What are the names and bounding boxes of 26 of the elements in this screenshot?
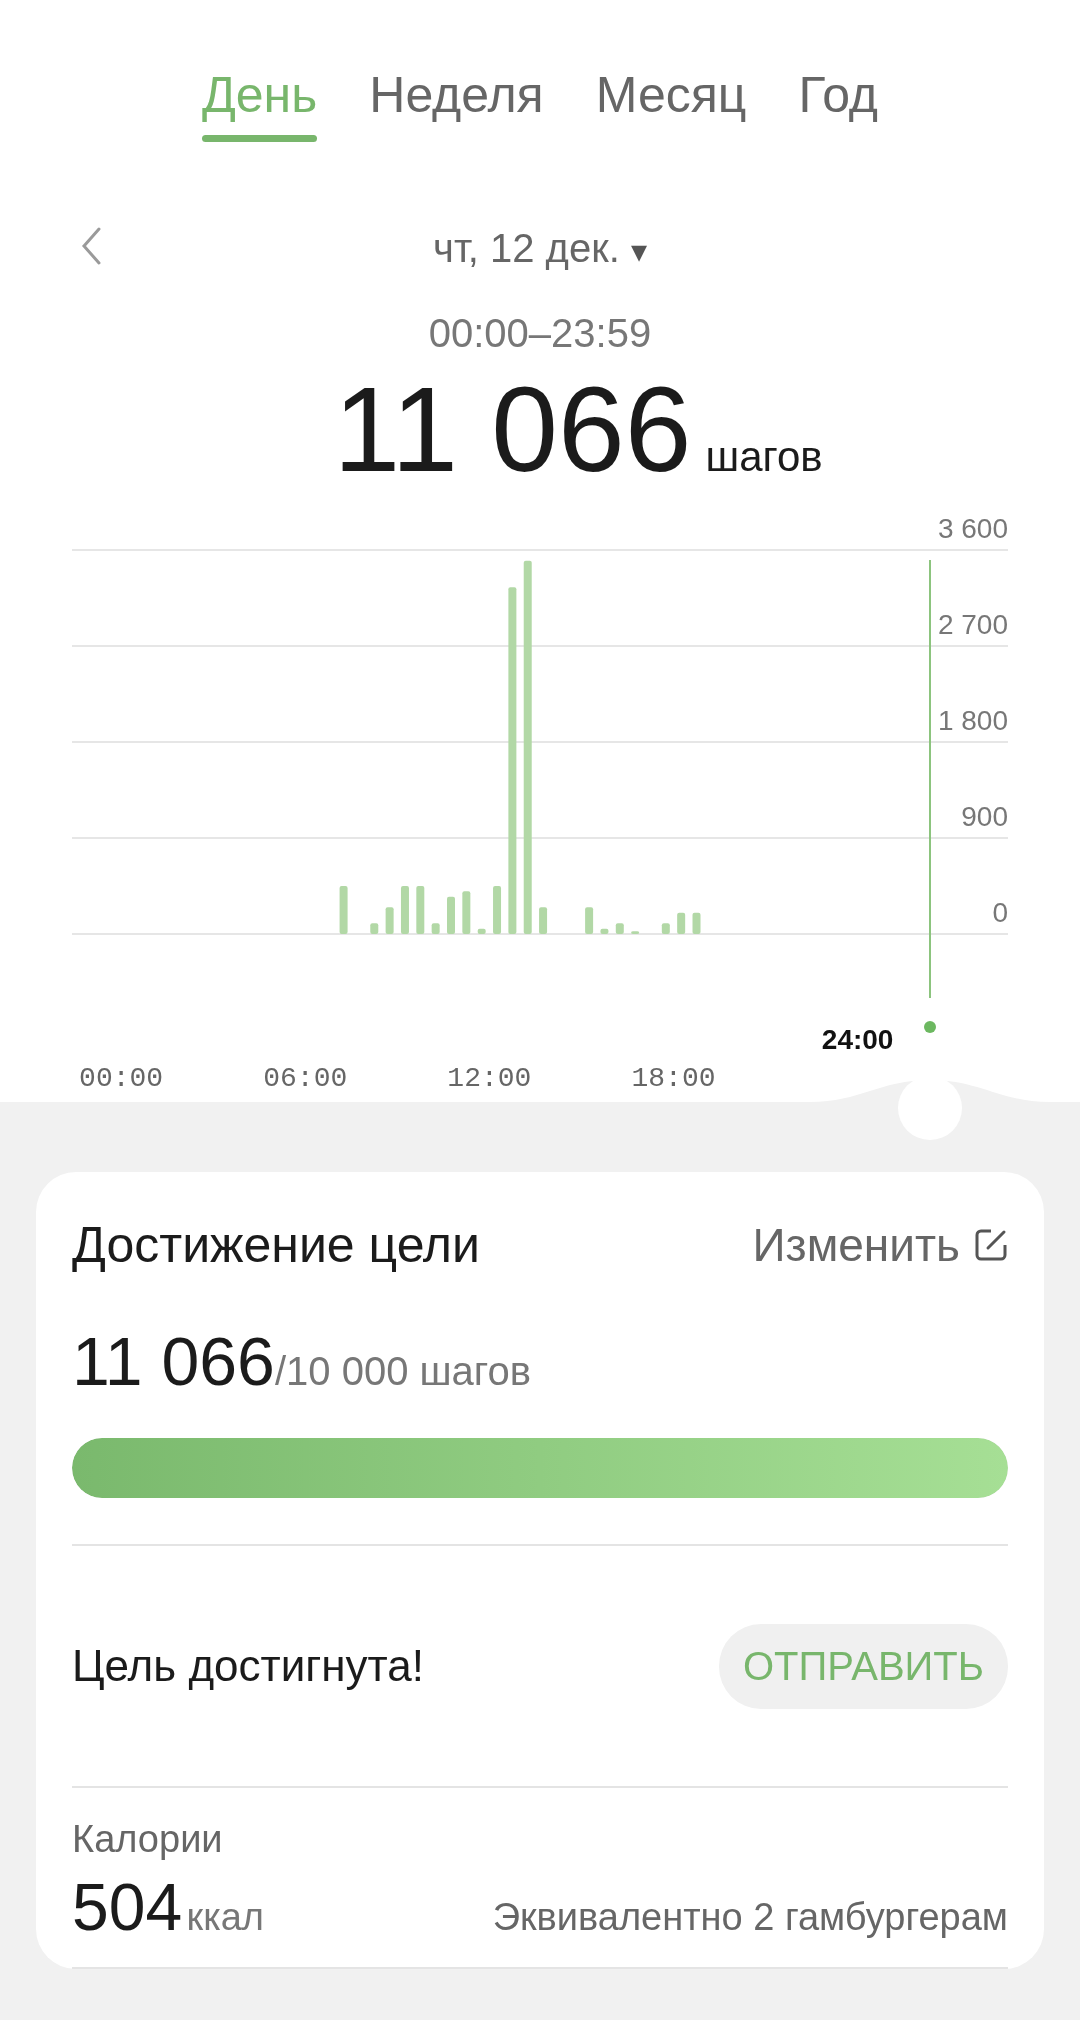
period-tab[interactable]: Месяц [595,66,747,142]
period-tab[interactable]: Год [798,66,879,142]
x-axis-label: 18:00 [631,1063,716,1094]
step-count: 11 066 [333,366,692,492]
calories-equivalent: Эквивалентно 2 гамбургерам [492,1896,1008,1939]
edit-button[interactable]: Изменить [752,1218,1008,1272]
x-axis-label: 00:00 [79,1063,164,1094]
calories-label: Калории [72,1818,224,1861]
step-unit: шагов [705,433,823,481]
goal-status: Цель достигнута! [72,1641,424,1691]
period-tab[interactable]: Неделя [369,66,544,142]
time-range: 00:00–23:59 [428,311,652,356]
y-axis-label: 900 [961,801,1008,832]
card-title: Достижение цели [72,1216,480,1274]
cursor-time-label: 24:00 [821,1024,894,1055]
y-axis-label: 0 [992,897,1008,928]
x-axis-label: 12:00 [447,1063,532,1094]
y-axis-label: 3 600 [937,513,1008,544]
calories-unit: ккал [186,1896,264,1938]
steps-value: 11 066 [72,1322,275,1400]
calories-value: 504 [72,1870,183,1944]
date-selector[interactable]: чт, 12 дек. ▾ [433,226,647,271]
y-axis-label: 2 700 [937,609,1008,640]
x-axis-label: 06:00 [263,1063,348,1094]
steps-target: /10 000 шагов [274,1349,532,1394]
y-axis-label: 1 800 [937,705,1008,736]
